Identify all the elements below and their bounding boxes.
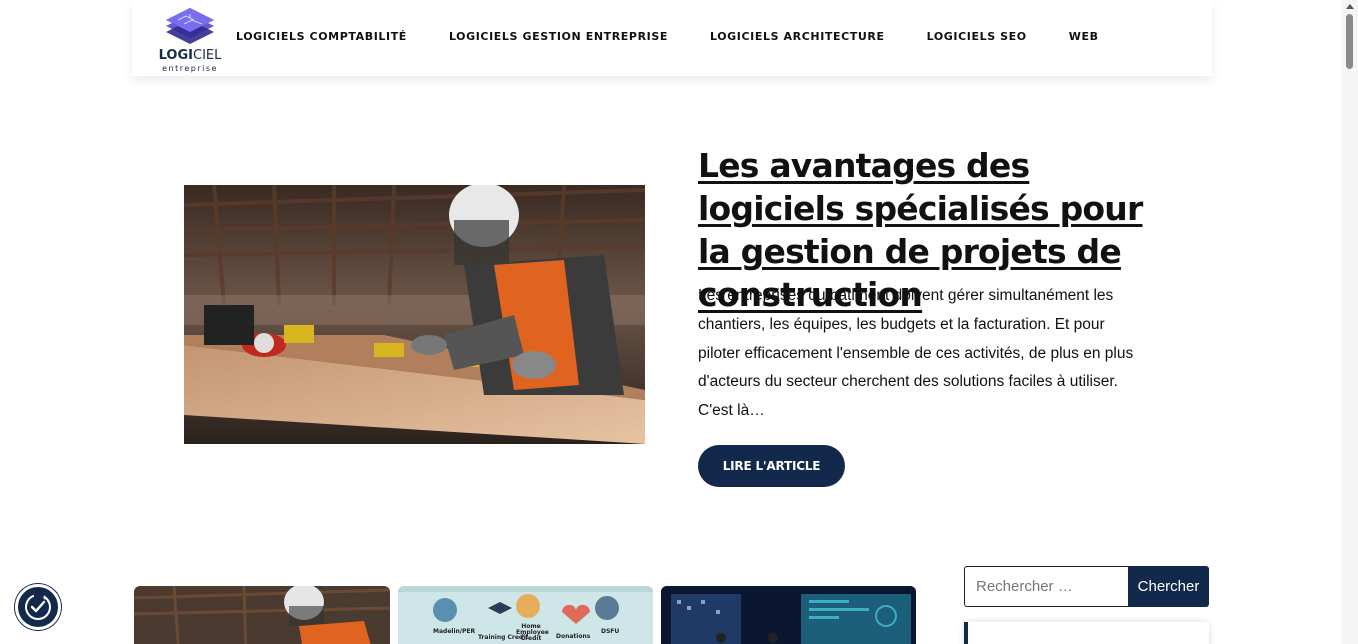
nav-item-logiciels-gestion-entreprise[interactable]: LOGICIELS GESTION ENTREPRISE <box>449 30 668 43</box>
logo-wordmark-light: CIEL <box>193 48 222 63</box>
scroll-up-arrow-icon[interactable] <box>1346 4 1354 9</box>
search-button[interactable]: Chercher <box>1128 566 1209 607</box>
card2-label-madelin: Madelin/PER <box>433 628 476 635</box>
article-card-construction[interactable] <box>134 586 390 644</box>
hero-article-excerpt: Les entreprises du bâtiment doivent gére… <box>698 287 1134 420</box>
site-header: LOGICIEL entreprise LOGICIELS COMPTABILI… <box>132 0 1212 76</box>
nav-item-logiciels-comptabilite[interactable]: LOGICIELS COMPTABILITÉ <box>236 30 407 43</box>
sidebar-widget <box>964 622 1209 644</box>
card2-label-home-employee: Home Employee Credit <box>516 623 549 642</box>
construction-worker-thumbnail-icon <box>134 586 390 644</box>
construction-worker-photo-icon <box>184 185 645 444</box>
layered-chip-logo-icon <box>166 8 214 44</box>
read-article-button[interactable]: LIRE L'ARTICLE <box>698 445 845 487</box>
nav-item-logiciels-seo[interactable]: LOGICIELS SEO <box>927 30 1027 43</box>
main-nav: LOGICIELS COMPTABILITÉ LOGICIELS GESTION… <box>236 30 1141 43</box>
site-logo[interactable]: LOGICIEL entreprise <box>154 4 226 73</box>
article-card-tax-credits[interactable]: Madelin/PER Training Credit Home Employe… <box>398 586 653 644</box>
article-card-office[interactable] <box>661 586 916 644</box>
logo-wordmark: LOGICIEL <box>154 48 226 63</box>
scroll-thumb[interactable] <box>1346 14 1353 69</box>
logo-subtitle: entreprise <box>162 64 218 73</box>
office-screens-thumbnail-icon <box>661 586 916 644</box>
hero-article-image[interactable] <box>184 185 645 444</box>
search-input[interactable] <box>964 566 1129 607</box>
page-scrollbar[interactable] <box>1341 0 1358 644</box>
accessibility-button[interactable] <box>15 584 61 630</box>
nav-item-web[interactable]: WEB <box>1069 30 1099 43</box>
logo-wordmark-bold: LOGI <box>158 48 193 63</box>
accessibility-check-icon <box>25 594 51 620</box>
nav-item-logiciels-architecture[interactable]: LOGICIELS ARCHITECTURE <box>710 30 885 43</box>
card2-label-donations: Donations <box>556 633 591 640</box>
card2-labels: Madelin/PER Training Credit Home Employe… <box>398 623 653 644</box>
card2-label-dsfu: DSFU <box>601 628 620 635</box>
